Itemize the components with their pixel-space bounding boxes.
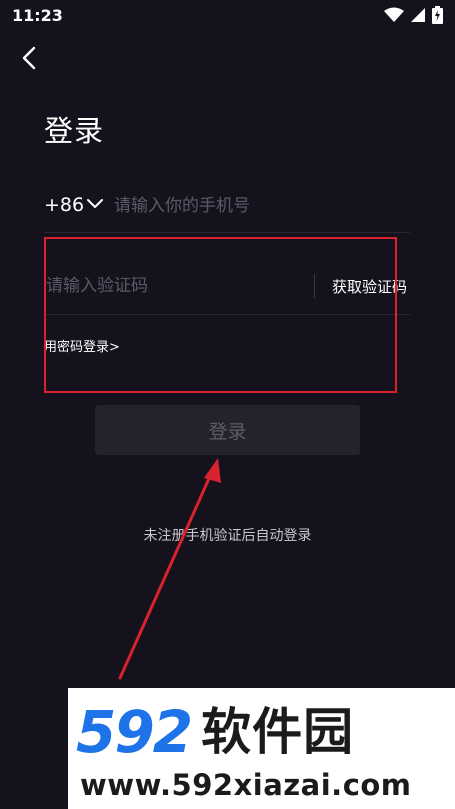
watermark-url: www.592xiazai.com — [80, 768, 412, 802]
watermark-number: 592 — [76, 698, 193, 766]
watermark-brand: 592 软件园 — [76, 702, 354, 762]
watermark-logo: 592 软件园 www.592xiazai.com — [68, 688, 455, 809]
watermark-name: 软件园 — [201, 703, 355, 761]
